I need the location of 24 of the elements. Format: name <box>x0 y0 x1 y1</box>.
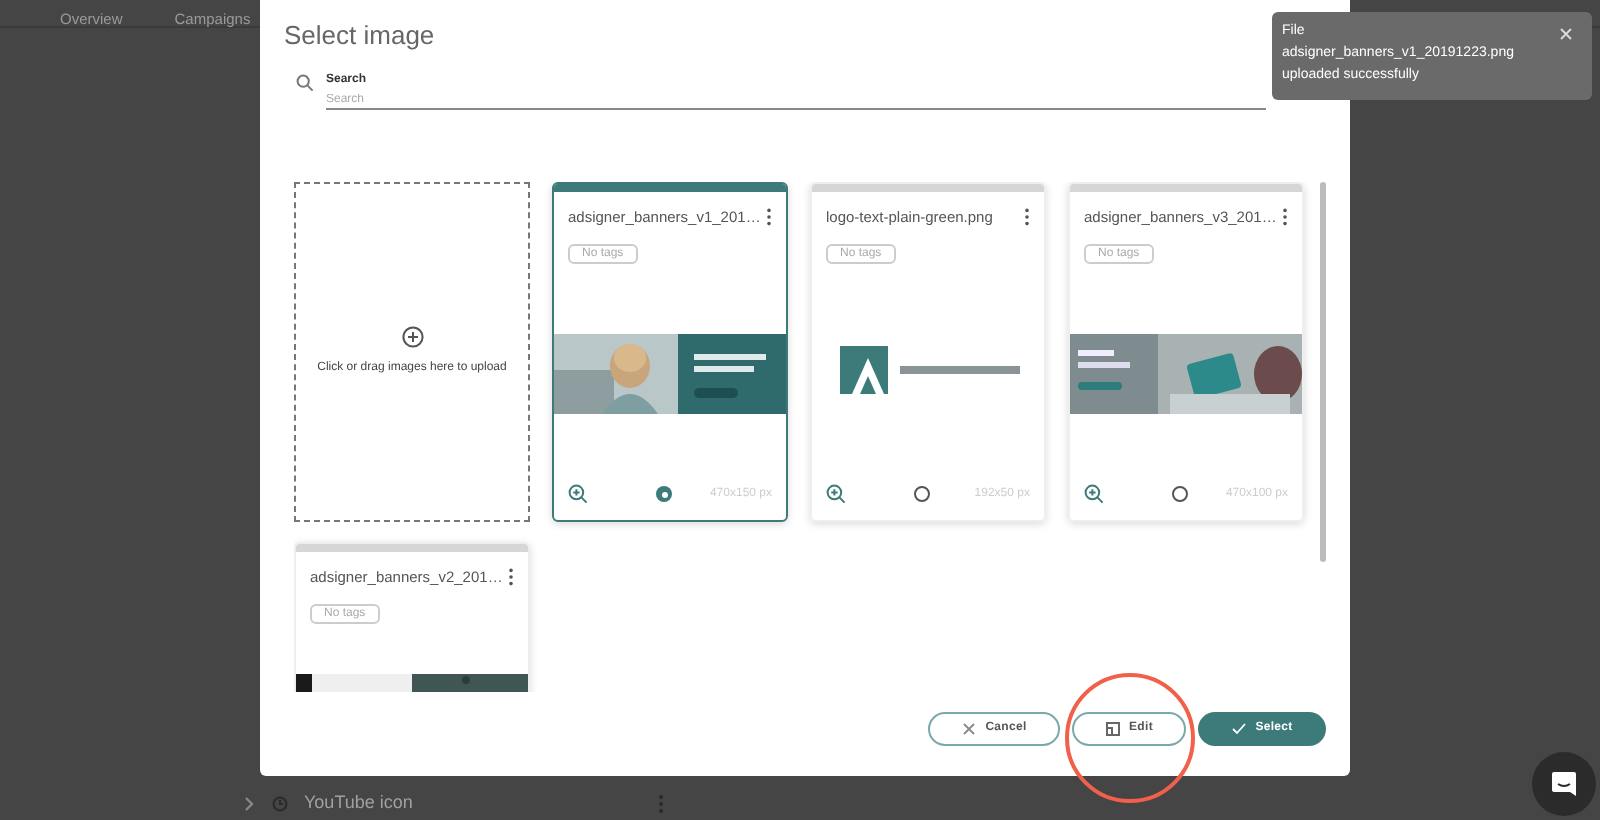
close-icon <box>961 722 976 736</box>
add-icon <box>401 326 423 348</box>
scrollbar[interactable] <box>1320 182 1326 562</box>
chat-button[interactable] <box>1532 752 1596 816</box>
more-icon[interactable] <box>766 208 772 227</box>
more-icon[interactable] <box>1282 208 1288 227</box>
edit-icon <box>1105 722 1120 736</box>
more-icon[interactable] <box>508 568 514 587</box>
more-icon[interactable] <box>1024 208 1030 227</box>
chat-icon <box>1550 770 1578 798</box>
radio-button[interactable] <box>656 486 672 502</box>
search-icon <box>296 74 314 92</box>
list-item-label: YouTube icon <box>304 790 415 816</box>
chevron-icon <box>244 795 256 812</box>
close-icon[interactable] <box>1560 28 1572 40</box>
clock-icon <box>272 795 288 812</box>
check-icon <box>1231 722 1246 736</box>
zoom-icon[interactable] <box>1084 484 1104 504</box>
dialog-title: Select image <box>284 18 435 50</box>
highlight-circle <box>1064 672 1196 804</box>
radio-button[interactable] <box>914 486 930 502</box>
zoom-icon[interactable] <box>826 484 846 504</box>
zoom-icon[interactable] <box>568 484 588 504</box>
radio-button[interactable] <box>1172 486 1188 502</box>
